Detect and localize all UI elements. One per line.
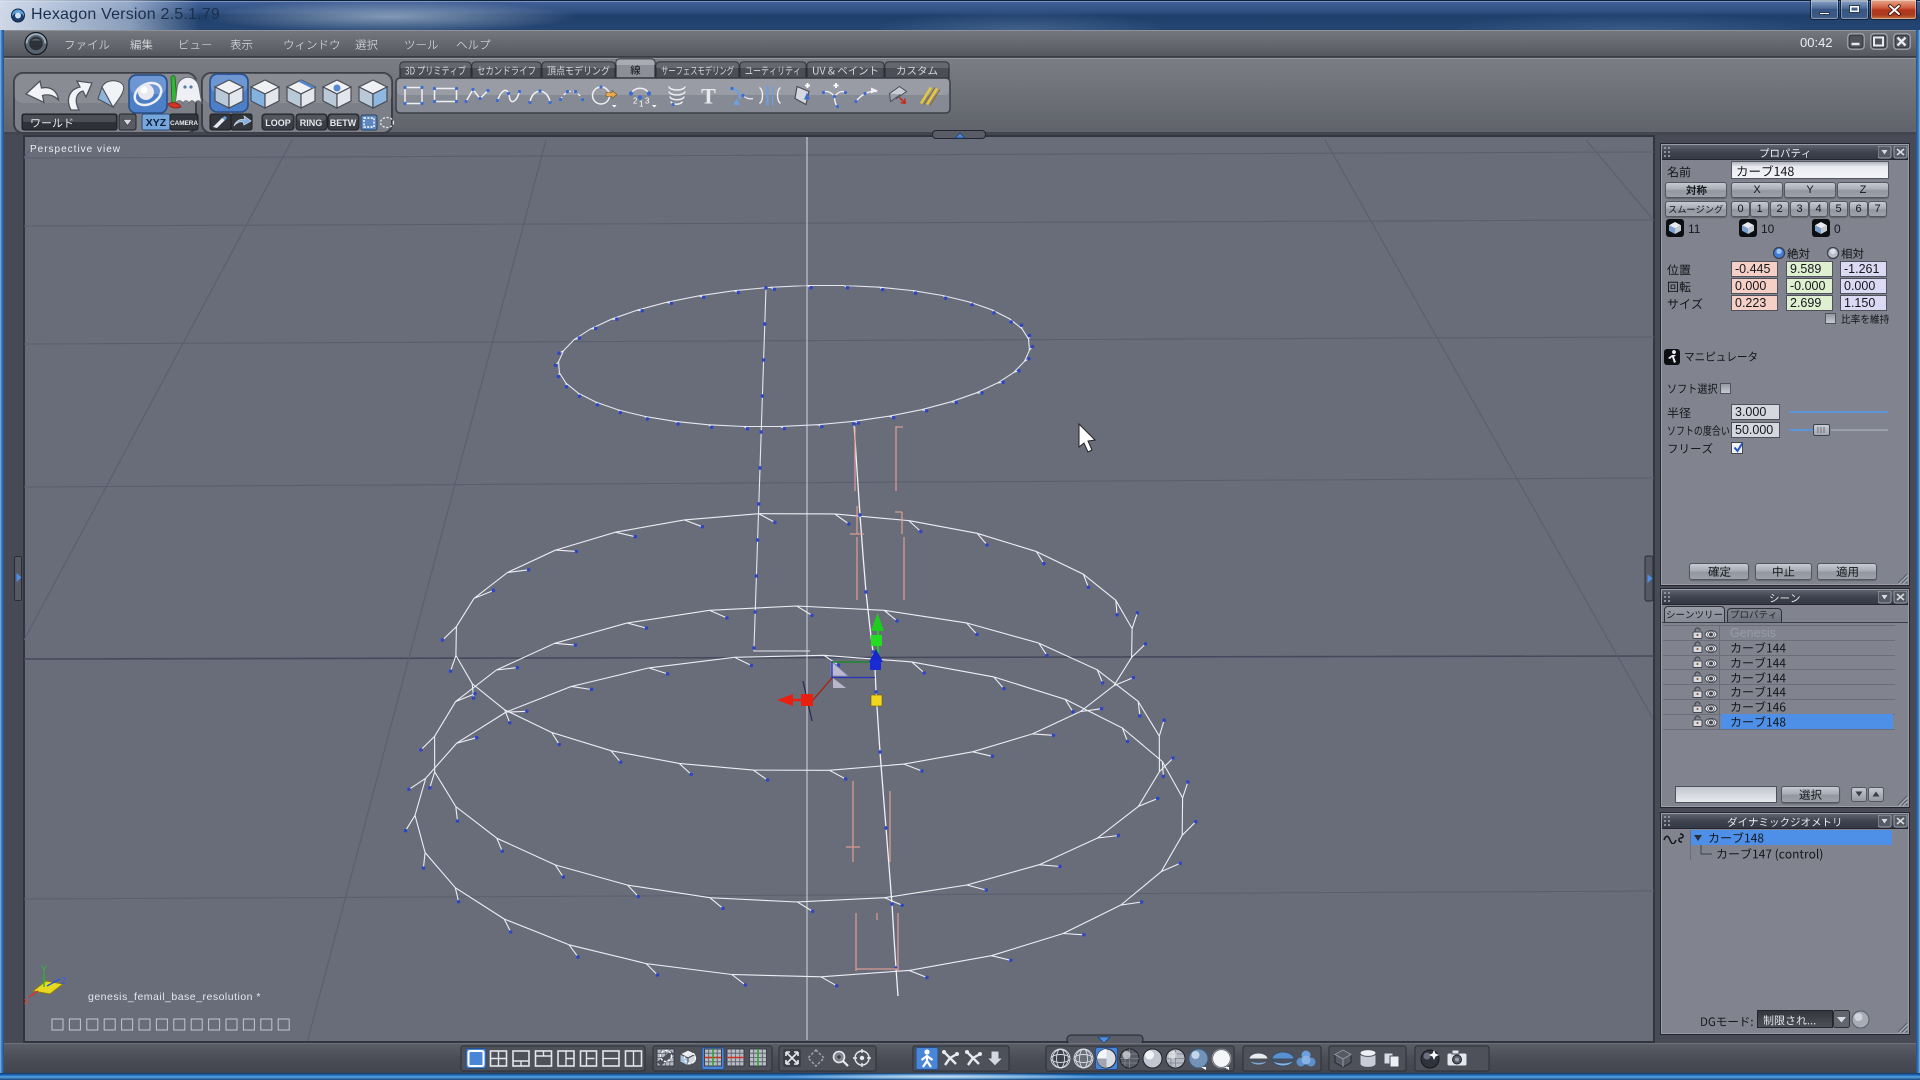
- svg-text:Z: Z: [61, 976, 67, 986]
- svg-text:Y: Y: [41, 964, 47, 974]
- svg-text:T: T: [701, 84, 716, 109]
- svg-text:3: 3: [645, 97, 650, 106]
- svg-text:x: x: [24, 996, 29, 1006]
- svg-text:genesis_femail_base_resolution: genesis_femail_base_resolution *: [88, 991, 261, 1003]
- svg-text:1: 1: [639, 100, 644, 109]
- svg-text:2: 2: [633, 97, 638, 106]
- svg-text:Perspective view: Perspective view: [30, 144, 121, 155]
